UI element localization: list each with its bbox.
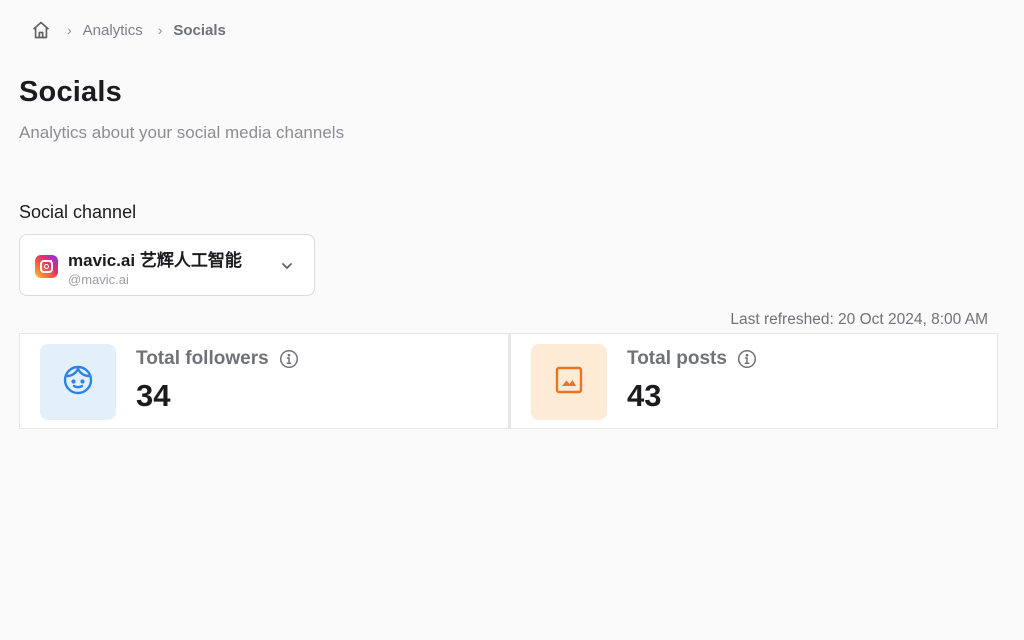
page-subtitle: Analytics about your social media channe… [19, 123, 345, 142]
total-followers-label-text: Total followers [136, 348, 269, 369]
posts-icon-box [531, 344, 607, 420]
total-posts-card: Total posts 43 [509, 333, 998, 429]
total-followers-value: 34 [136, 378, 171, 413]
last-refreshed-text: Last refreshed: 20 Oct 2024, 8:00 AM [730, 311, 988, 328]
followers-icon-box [40, 344, 116, 420]
chevron-down-icon[interactable] [280, 259, 294, 273]
instagram-icon [35, 255, 58, 278]
info-icon[interactable] [737, 349, 757, 369]
face-icon [61, 363, 95, 402]
breadcrumb-separator: › [67, 22, 72, 38]
breadcrumb-item-analytics[interactable]: Analytics [83, 22, 143, 39]
breadcrumb-separator: › [157, 22, 163, 38]
total-followers-label: Total followers [136, 348, 299, 370]
page-title: Socials [19, 76, 122, 108]
channel-handle: @mavic.ai [68, 272, 129, 287]
social-channel-label: Social channel [19, 202, 137, 222]
total-followers-card: Total followers 34 [19, 333, 509, 429]
social-channel-select[interactable]: mavic.ai 艺辉人工智能 @mavic.ai [19, 234, 315, 296]
home-icon[interactable] [30, 19, 52, 41]
total-posts-label-text: Total posts [627, 348, 727, 369]
image-icon [553, 364, 585, 401]
channel-name: mavic.ai 艺辉人工智能 [68, 251, 242, 270]
breadcrumb: › Analytics › Socials [30, 18, 226, 42]
breadcrumb-item-socials: Socials [173, 21, 226, 39]
total-posts-value: 43 [627, 378, 662, 413]
info-icon[interactable] [279, 349, 299, 369]
total-posts-label: Total posts [627, 348, 757, 370]
